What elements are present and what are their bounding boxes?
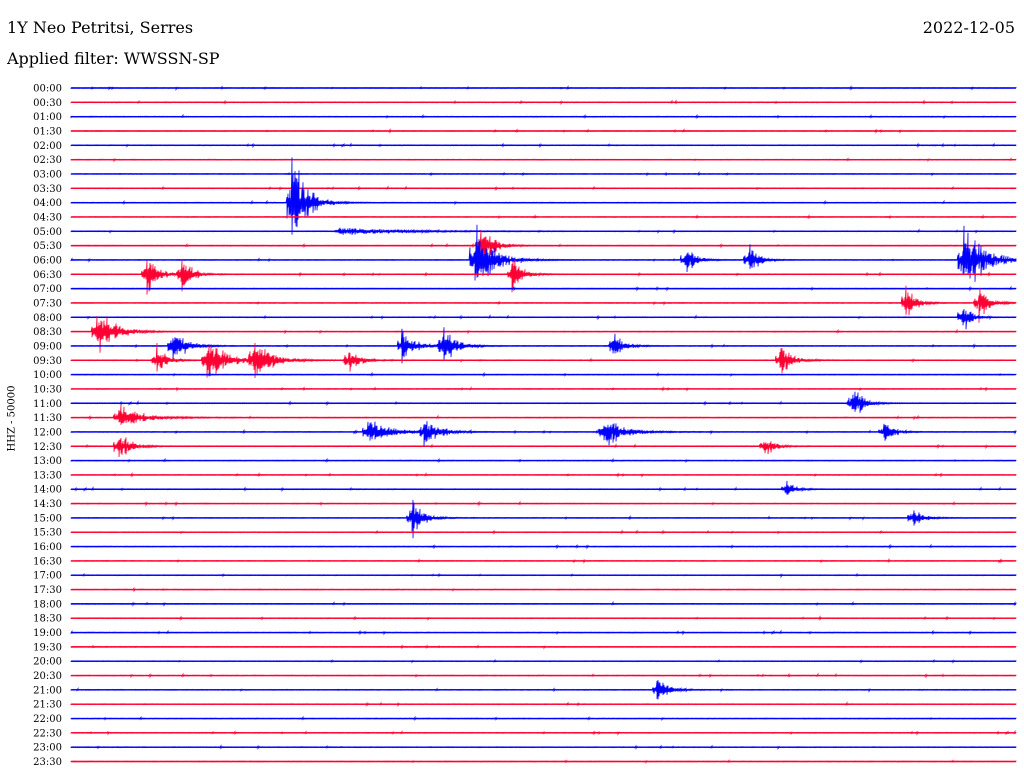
row-time-label: 23:00 [33,743,62,754]
row-time-label: 06:30 [33,270,62,281]
row-time-label: 16:30 [33,556,62,567]
helicorder-plot: 00:00 00:30 01:00 01:30 02:00 02:30 03:00 03:30… [33,84,1017,769]
row-time-label: 15:00 [33,513,62,524]
row-time-label: 07:00 [33,284,62,295]
trace-row [70,157,1017,235]
row-time-label: 22:30 [33,728,62,739]
row-time-label: 21:30 [33,700,62,711]
row-time-label: 03:30 [33,184,62,195]
row-time-label: 15:30 [33,528,62,539]
row-time-label: 06:00 [33,255,62,266]
row-time-label: 17:00 [33,571,62,582]
row-time-label: 03:00 [33,169,62,180]
row-time-label: 02:30 [33,155,62,166]
row-time-label: 12:00 [33,427,62,438]
row-labels: 00:00 00:30 01:00 01:30 02:00 02:30 03:00 03:30… [33,84,62,769]
row-time-label: 01:00 [33,112,62,123]
row-time-label: 08:00 [33,313,62,324]
row-time-label: 20:30 [33,671,62,682]
row-time-label: 13:00 [33,456,62,467]
row-time-label: 07:30 [33,298,62,309]
row-time-label: 04:00 [33,198,62,209]
row-time-label: 11:30 [33,413,62,424]
row-time-label: 10:30 [33,384,62,395]
trace-row [70,391,1017,413]
row-time-label: 12:30 [33,442,62,453]
row-time-label: 19:00 [33,628,62,639]
row-time-label: 02:00 [33,141,62,152]
row-time-label: 08:30 [33,327,62,338]
row-time-label: 22:00 [33,714,62,725]
trace-row [70,308,1017,330]
row-time-label: 14:00 [33,485,62,496]
row-time-label: 14:30 [33,499,62,510]
trace-row [70,480,1017,495]
row-time-label: 20:00 [33,657,62,668]
row-time-label: 17:30 [33,585,62,596]
row-time-label: 09:00 [33,341,62,352]
row-time-label: 05:00 [33,227,62,238]
row-time-label: 05:30 [33,241,62,252]
row-time-label: 19:30 [33,642,62,653]
row-time-label: 01:30 [33,126,62,137]
row-time-label: 11:00 [33,399,62,410]
row-time-label: 00:00 [33,84,62,95]
row-time-label: 13:30 [33,470,62,481]
row-time-label: 10:00 [33,370,62,381]
row-time-label: 09:30 [33,356,62,367]
trace-row [70,421,1017,447]
trace-row [70,437,1017,458]
row-time-label: 18:00 [33,599,62,610]
row-time-label: 23:30 [33,757,62,768]
row-time-label: 04:30 [33,212,62,223]
row-time-label: 00:30 [33,98,62,109]
trace-row [70,404,1017,425]
row-time-label: 16:00 [33,542,62,553]
row-time-label: 18:30 [33,614,62,625]
seismic-traces [70,85,1017,764]
row-time-label: 21:00 [33,685,62,696]
